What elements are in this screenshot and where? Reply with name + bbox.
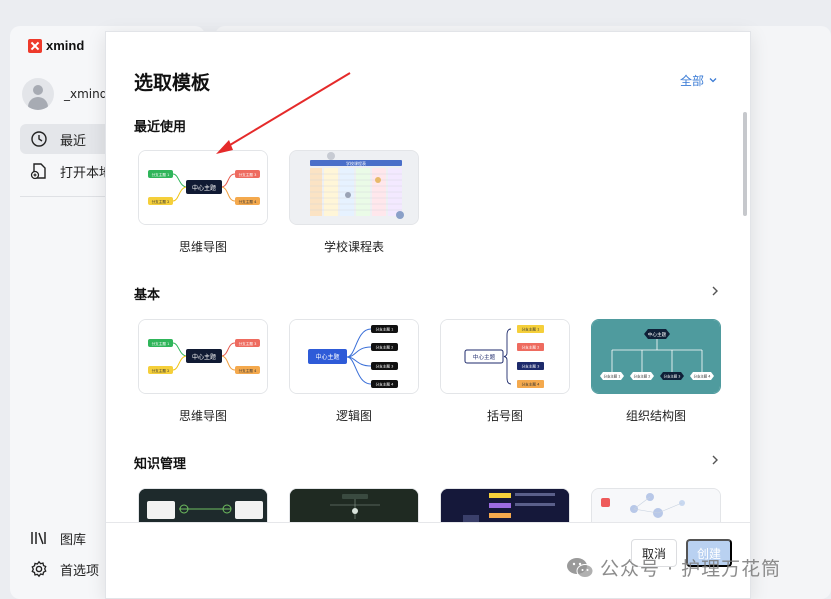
sidebar-item-label: 图库 [60,532,87,548]
template-card-mindmap[interactable]: 中心主题 分支主题 1 分支主题 2 分支主题 3 分支主题 4 [138,319,268,394]
xmind-logo-icon [28,38,42,53]
branch-text: 分支主题 3 [376,364,394,369]
center-topic-text: 中心主题 [192,184,216,192]
branch-text: 分支主题 3 [239,341,257,346]
branch-text: 分支主题 1 [152,172,170,177]
center-topic-text: 中心主题 [315,353,339,361]
user-profile[interactable]: _xmind_ [22,78,113,110]
branch-text: 分支主题 2 [522,345,540,350]
brace-map-thumbnail: 中心主题 分支主题 1 分支主题 2 分支主题 3 分支主题 4 [441,320,569,393]
schedule-title-text: 学校课程表 [346,160,366,166]
branch-text: 分支主题 1 [604,373,621,378]
template-filter-dropdown[interactable]: 全部 [680,72,718,89]
template-card-mindmap-recent[interactable]: 中心主题 分支主题 1 分支主题 2 分支主题 3 分支主题 4 [138,150,268,225]
sidebar-item-label: 最近 [60,133,87,149]
template-card-logic-chart[interactable]: 中心主题 分支主题 1 分支主题 2 分支主题 3 分支主题 4 [289,319,419,394]
center-topic-text: 中心主题 [648,331,667,338]
branch-text: 分支主题 4 [239,199,258,204]
center-topic-text: 中心主题 [473,353,496,361]
template-label: 思维导图 [178,409,227,423]
section-title-basic: 基本 [134,288,161,303]
chevron-down-icon [708,74,718,88]
template-label: 括号图 [486,409,523,423]
template-card-school-schedule[interactable]: 学校课程表 [289,150,419,225]
logo-text: xmind [46,38,85,53]
branch-text: 分支主题 2 [634,373,651,378]
open-file-icon [30,162,48,180]
watermark-text: 公众号 · 护理万花筒 [600,558,782,580]
branch-text: 分支主题 4 [694,373,711,378]
template-card-brace-map[interactable]: 中心主题 分支主题 1 分支主题 2 分支主题 3 分支主题 4 [440,319,570,394]
logic-chart-thumbnail: 中心主题 分支主题 1 分支主题 2 分支主题 3 分支主题 4 [290,320,418,393]
branch-text: 分支主题 1 [376,327,394,332]
scrollbar[interactable] [743,112,747,216]
branch-text: 分支主题 2 [376,345,394,350]
gear-icon [30,560,48,578]
branch-text: 分支主题 2 [152,368,170,373]
avatar[interactable] [22,78,54,110]
branch-text: 分支主题 4 [376,382,395,387]
branch-text: 分支主题 2 [152,199,170,204]
template-card-org-chart[interactable]: 中心主题 分支主题 1 分支主题 2 分支主题 3 分支主题 4 [591,319,721,394]
library-icon [30,529,48,547]
wechat-icon [567,557,594,578]
chevron-right-icon[interactable] [710,286,720,296]
template-label: 组织结构图 [625,409,686,423]
sidebar-item-label: 首选项 [60,563,100,579]
template-label: 思维导图 [178,240,227,254]
template-label: 逻辑图 [335,409,372,423]
branch-text: 分支主题 1 [522,327,540,332]
branch-text: 分支主题 3 [239,172,257,177]
branch-text: 分支主题 4 [239,368,258,373]
xmind-logo: xmind [28,38,84,53]
section-title-recent: 最近使用 [134,120,187,135]
clock-icon [30,130,48,148]
mindmap-thumbnail: 中心主题 分支主题 1 分支主题 2 分支主题 3 分支主题 4 [139,320,267,393]
filter-label: 全部 [679,74,704,88]
branch-text: 分支主题 3 [664,373,681,378]
center-topic-text: 中心主题 [192,353,216,361]
org-chart-thumbnail: 中心主题 分支主题 1 分支主题 2 分支主题 3 分支主题 4 [592,320,720,393]
dialog-title: 选取模板 [134,72,211,94]
branch-text: 分支主题 1 [152,341,170,346]
section-title-knowledge-management: 知识管理 [134,457,187,472]
branch-text: 分支主题 3 [522,364,540,369]
mindmap-thumbnail: 中心主题 分支主题 1 分支主题 2 分支主题 3 分支主题 4 [139,151,267,224]
chevron-right-icon[interactable] [710,455,720,465]
branch-text: 分支主题 4 [522,382,541,387]
template-label: 学校课程表 [323,240,384,254]
template-picker-dialog: 选取模板 全部 最近使用 中心主题 分支主题 1 分支主题 2 分支主题 3 分… [105,31,751,599]
watermark: 公众号 · 护理万花筒 [566,554,781,581]
schedule-thumbnail: 学校课程表 [290,151,418,224]
